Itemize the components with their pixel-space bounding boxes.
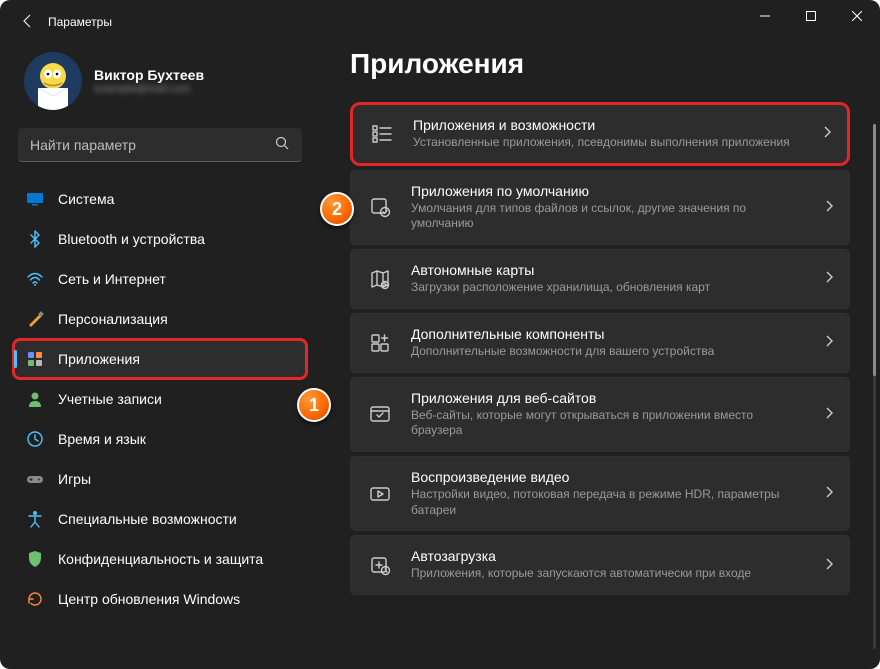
main-content: Приложения Приложения и возможности Устан…: [320, 44, 880, 669]
settings-card-5[interactable]: Воспроизведение видео Настройки видео, по…: [350, 456, 850, 531]
sidebar-item-0[interactable]: Система: [14, 180, 306, 218]
close-button[interactable]: [834, 0, 880, 32]
list-icon: [369, 121, 395, 147]
sidebar-nav: Система Bluetooth и устройства Сеть и Инте…: [14, 180, 306, 618]
window-controls: [742, 0, 880, 32]
card-title: Дополнительные компоненты: [411, 326, 807, 342]
components-icon: [367, 330, 393, 356]
sidebar-item-label: Центр обновления Windows: [58, 591, 240, 607]
chevron-right-icon: [825, 271, 833, 286]
sidebar-item-label: Игры: [58, 471, 91, 487]
map-icon: [367, 266, 393, 292]
sidebar-item-label: Специальные возможности: [58, 511, 237, 527]
card-subtitle: Загрузки расположение хранилища, обновле…: [411, 280, 807, 296]
settings-card-4[interactable]: Приложения для веб-сайтов Веб-сайты, кото…: [350, 377, 850, 452]
sidebar-item-label: Сеть и Интернет: [58, 271, 166, 287]
card-title: Приложения и возможности: [413, 117, 805, 133]
settings-card-2[interactable]: Автономные карты Загрузки расположение хр…: [350, 249, 850, 309]
profile-name: Виктор Бухтеев: [94, 67, 204, 83]
card-title: Приложения по умолчанию: [411, 183, 807, 199]
titlebar: Параметры: [0, 0, 880, 44]
sidebar-item-label: Учетные записи: [58, 391, 162, 407]
settings-cards: Приложения и возможности Установленные пр…: [350, 102, 850, 595]
sidebar-item-label: Конфиденциальность и защита: [58, 551, 263, 567]
sidebar-item-label: Система: [58, 191, 114, 207]
brush-icon: [26, 310, 44, 328]
settings-card-0[interactable]: Приложения и возможности Установленные пр…: [350, 102, 850, 166]
settings-card-1[interactable]: Приложения по умолчанию Умолчания для тип…: [350, 170, 850, 245]
wifi-icon: [26, 270, 44, 288]
settings-card-3[interactable]: Дополнительные компоненты Дополнительные …: [350, 313, 850, 373]
search-input[interactable]: [30, 137, 275, 153]
card-subtitle: Умолчания для типов файлов и ссылок, дру…: [411, 201, 807, 232]
websites-icon: [367, 401, 393, 427]
display-icon: [26, 190, 44, 208]
sidebar-item-7[interactable]: Игры: [14, 460, 306, 498]
person-icon: [26, 390, 44, 408]
sidebar-item-label: Приложения: [58, 351, 140, 367]
scrollbar-thumb[interactable]: [873, 124, 876, 376]
sidebar-item-5[interactable]: Учетные записи: [14, 380, 306, 418]
sidebar-item-label: Время и язык: [58, 431, 146, 447]
window-body: Виктор Бухтеев example@mail.com Система B…: [0, 44, 880, 669]
clock-icon: [26, 430, 44, 448]
maximize-button[interactable]: [788, 0, 834, 32]
annotation-marker-1: 1: [297, 388, 331, 422]
sidebar-item-4[interactable]: Приложения: [14, 340, 306, 378]
sidebar-item-3[interactable]: Персонализация: [14, 300, 306, 338]
video-icon: [367, 481, 393, 507]
card-subtitle: Установленные приложения, псевдонимы вып…: [413, 135, 805, 151]
minimize-button[interactable]: [742, 0, 788, 32]
profile-email: example@mail.com: [94, 83, 204, 95]
sidebar-item-6[interactable]: Время и язык: [14, 420, 306, 458]
avatar: [24, 52, 82, 110]
startup-icon: [367, 552, 393, 578]
page-title: Приложения: [350, 48, 850, 80]
card-subtitle: Дополнительные возможности для вашего ус…: [411, 344, 807, 360]
annotation-marker-2: 2: [320, 192, 354, 226]
chevron-right-icon: [825, 558, 833, 573]
card-title: Воспроизведение видео: [411, 469, 807, 485]
chevron-right-icon: [825, 486, 833, 501]
window-title: Параметры: [48, 15, 112, 29]
card-title: Автозагрузка: [411, 548, 807, 564]
chevron-right-icon: [825, 407, 833, 422]
settings-window: Параметры: [0, 0, 880, 669]
card-subtitle: Настройки видео, потоковая передача в ре…: [411, 487, 807, 518]
search-icon: [275, 136, 290, 154]
sidebar-item-label: Bluetooth и устройства: [58, 231, 205, 247]
scrollbar[interactable]: [873, 124, 876, 649]
sidebar-item-8[interactable]: Специальные возможности: [14, 500, 306, 538]
accessibility-icon: [26, 510, 44, 528]
update-icon: [26, 590, 44, 608]
sidebar-item-label: Персонализация: [58, 311, 168, 327]
bluetooth-icon: [26, 230, 44, 248]
sidebar-item-1[interactable]: Bluetooth и устройства: [14, 220, 306, 258]
search-box[interactable]: [18, 128, 302, 162]
card-subtitle: Веб-сайты, которые могут открываться в п…: [411, 408, 807, 439]
shield-icon: [26, 550, 44, 568]
sidebar-item-10[interactable]: Центр обновления Windows: [14, 580, 306, 618]
sidebar: Виктор Бухтеев example@mail.com Система B…: [0, 44, 320, 669]
settings-card-6[interactable]: Автозагрузка Приложения, которые запускаю…: [350, 535, 850, 595]
back-button[interactable]: [8, 13, 48, 32]
chevron-right-icon: [825, 200, 833, 215]
chevron-right-icon: [823, 126, 831, 141]
card-subtitle: Приложения, которые запускаются автомати…: [411, 566, 807, 582]
gamepad-icon: [26, 470, 44, 488]
apps-icon: [26, 350, 44, 368]
defaults-icon: [367, 194, 393, 220]
profile[interactable]: Виктор Бухтеев example@mail.com: [14, 44, 306, 110]
sidebar-item-9[interactable]: Конфиденциальность и защита: [14, 540, 306, 578]
card-title: Автономные карты: [411, 262, 807, 278]
chevron-right-icon: [825, 335, 833, 350]
card-title: Приложения для веб-сайтов: [411, 390, 807, 406]
sidebar-item-2[interactable]: Сеть и Интернет: [14, 260, 306, 298]
